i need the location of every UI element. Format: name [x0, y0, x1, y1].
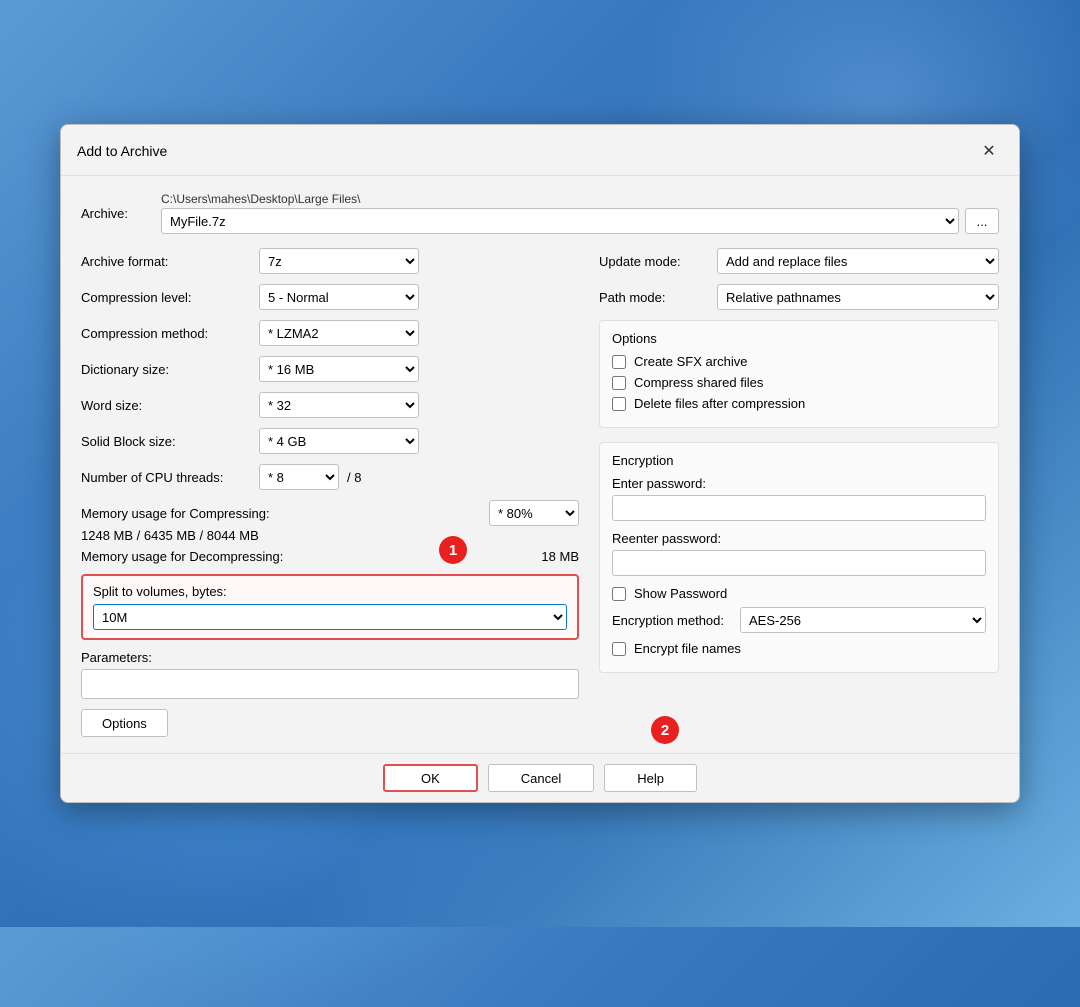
enter-password-input[interactable] — [612, 495, 986, 521]
badge-1: 1 — [439, 536, 467, 564]
dialog-footer: OK Cancel Help — [61, 753, 1019, 802]
archive-row: Archive: C:\Users\mahes\Desktop\Large Fi… — [81, 192, 999, 234]
archive-format-row: Archive format: 7z — [81, 248, 579, 274]
path-mode-select[interactable]: Relative pathnames — [717, 284, 999, 310]
split-label: Split to volumes, bytes: — [93, 584, 567, 599]
compression-method-row: Compression method: * LZMA2 — [81, 320, 579, 346]
dialog-content: Archive: C:\Users\mahes\Desktop\Large Fi… — [61, 176, 1019, 753]
compression-level-select[interactable]: 5 - Normal — [259, 284, 419, 310]
delete-after-row: Delete files after compression — [612, 396, 986, 411]
archive-format-label: Archive format: — [81, 254, 251, 269]
options-title: Options — [612, 331, 986, 346]
mem-compress-values: 1248 MB / 6435 MB / 8044 MB — [81, 528, 579, 543]
dialog-title: Add to Archive — [77, 143, 167, 159]
show-password-checkbox[interactable] — [612, 587, 626, 601]
dictionary-size-row: Dictionary size: * 16 MB — [81, 356, 579, 382]
dictionary-size-select[interactable]: * 16 MB — [259, 356, 419, 382]
compress-shared-label[interactable]: Compress shared files — [634, 375, 763, 390]
encryption-title: Encryption — [612, 453, 986, 468]
cpu-threads-select[interactable]: * 8 — [259, 464, 339, 490]
title-bar: Add to Archive ✕ — [61, 125, 1019, 176]
delete-after-checkbox[interactable] — [612, 397, 626, 411]
split-section: Split to volumes, bytes: 10M — [81, 574, 579, 640]
dictionary-size-label: Dictionary size: — [81, 362, 251, 377]
word-size-label: Word size: — [81, 398, 251, 413]
mem-decompress-row: Memory usage for Decompressing: 18 MB — [81, 549, 579, 564]
reenter-password-input[interactable] — [612, 550, 986, 576]
reenter-password-label: Reenter password: — [612, 531, 986, 546]
mem-compress-select[interactable]: * 80% — [489, 500, 579, 526]
archive-format-select[interactable]: 7z — [259, 248, 419, 274]
word-size-select[interactable]: * 32 — [259, 392, 419, 418]
enc-method-row: Encryption method: AES-256 — [612, 607, 986, 633]
update-mode-label: Update mode: — [599, 254, 709, 269]
archive-path: C:\Users\mahes\Desktop\Large Files\ — [161, 192, 999, 206]
left-column: Archive format: 7z Compression level: 5 … — [81, 248, 579, 737]
show-password-row: Show Password — [612, 586, 986, 601]
main-columns: Archive format: 7z Compression level: 5 … — [81, 248, 999, 737]
compression-method-select[interactable]: * LZMA2 — [259, 320, 419, 346]
close-button[interactable]: ✕ — [975, 137, 1003, 165]
delete-after-label[interactable]: Delete files after compression — [634, 396, 805, 411]
right-column: Update mode: Add and replace files Path … — [599, 248, 999, 737]
options-button[interactable]: Options — [81, 709, 168, 737]
enc-method-select[interactable]: AES-256 — [740, 607, 986, 633]
archive-label: Archive: — [81, 206, 151, 221]
archive-path-wrap: C:\Users\mahes\Desktop\Large Files\ MyFi… — [161, 192, 999, 234]
split-select[interactable]: 10M — [93, 604, 567, 630]
compression-level-label: Compression level: — [81, 290, 251, 305]
solid-block-row: Solid Block size: * 4 GB — [81, 428, 579, 454]
path-mode-row: Path mode: Relative pathnames — [599, 284, 999, 310]
mem-decompress-value: 18 MB — [541, 549, 579, 564]
help-button[interactable]: Help — [604, 764, 697, 792]
encrypt-names-row: Encrypt file names — [612, 641, 986, 656]
update-mode-select[interactable]: Add and replace files — [717, 248, 999, 274]
mem-compress-section: Memory usage for Compressing: * 80% 1248… — [81, 500, 579, 543]
mem-compress-label: Memory usage for Compressing: — [81, 506, 270, 521]
badge-2: 2 — [651, 716, 679, 744]
enc-method-label: Encryption method: — [612, 613, 732, 628]
path-mode-label: Path mode: — [599, 290, 709, 305]
compression-level-row: Compression level: 5 - Normal — [81, 284, 579, 310]
solid-block-select[interactable]: * 4 GB — [259, 428, 419, 454]
word-size-row: Word size: * 32 — [81, 392, 579, 418]
compress-shared-row: Compress shared files — [612, 375, 986, 390]
params-section: Parameters: — [81, 650, 579, 699]
show-password-label[interactable]: Show Password — [634, 586, 727, 601]
encryption-section: Encryption Enter password: Reenter passw… — [599, 442, 999, 673]
options-section: Options Create SFX archive Compress shar… — [599, 320, 999, 428]
browse-button[interactable]: ... — [965, 208, 999, 234]
mem-compress-label-row: Memory usage for Compressing: * 80% — [81, 500, 579, 526]
compression-method-label: Compression method: — [81, 326, 251, 341]
create-sfx-checkbox[interactable] — [612, 355, 626, 369]
cpu-threads-max: / 8 — [347, 470, 361, 485]
cpu-threads-row: Number of CPU threads: * 8 / 8 — [81, 464, 579, 490]
solid-block-label: Solid Block size: — [81, 434, 251, 449]
enter-password-label: Enter password: — [612, 476, 986, 491]
update-mode-row: Update mode: Add and replace files — [599, 248, 999, 274]
cancel-button[interactable]: Cancel — [488, 764, 594, 792]
compress-shared-checkbox[interactable] — [612, 376, 626, 390]
add-to-archive-dialog: Add to Archive ✕ Archive: C:\Users\mahes… — [60, 124, 1020, 803]
archive-input-row: MyFile.7z ... — [161, 208, 999, 234]
create-sfx-label[interactable]: Create SFX archive — [634, 354, 747, 369]
encrypt-names-label[interactable]: Encrypt file names — [634, 641, 741, 656]
archive-filename-select[interactable]: MyFile.7z — [161, 208, 959, 234]
params-label: Parameters: — [81, 650, 579, 665]
encrypt-names-checkbox[interactable] — [612, 642, 626, 656]
ok-button[interactable]: OK — [383, 764, 478, 792]
create-sfx-row: Create SFX archive — [612, 354, 986, 369]
params-input[interactable] — [81, 669, 579, 699]
cpu-threads-label: Number of CPU threads: — [81, 470, 251, 485]
